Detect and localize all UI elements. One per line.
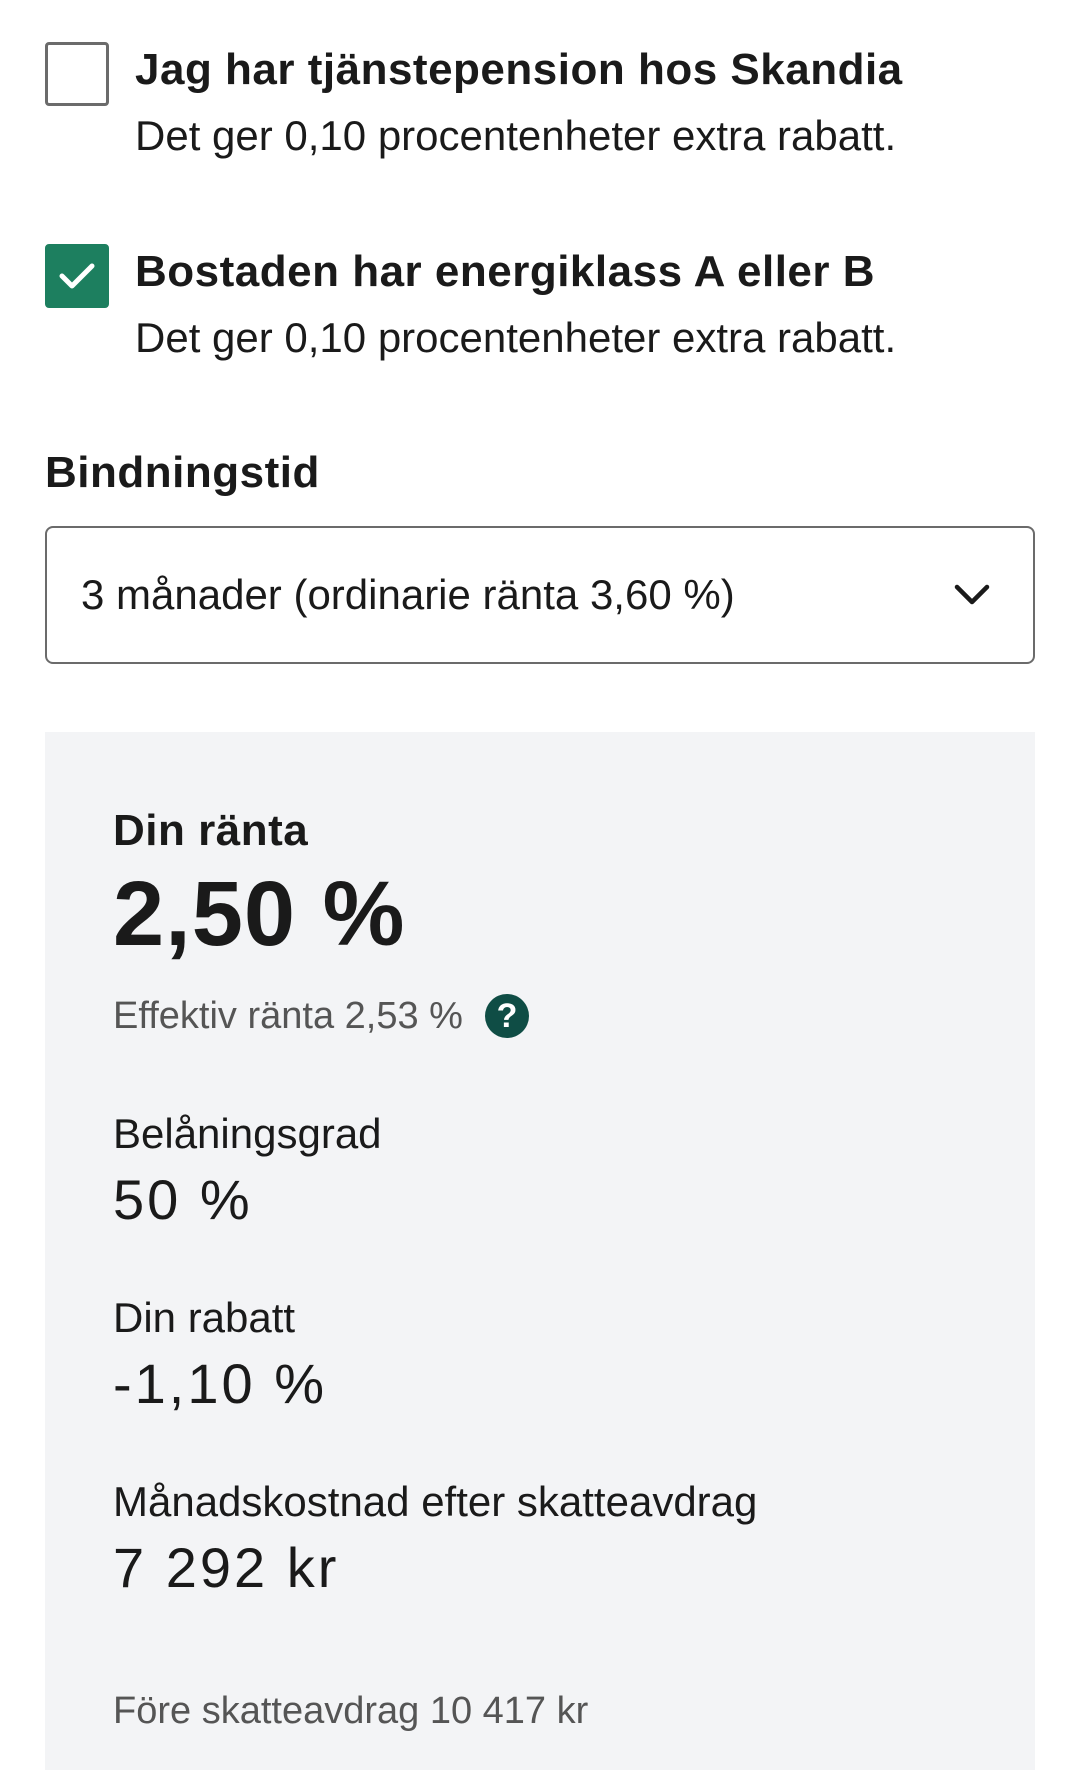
monthly-cost-label: Månadskostnad efter skatteavdrag [113, 1478, 758, 1525]
checkbox-row-tjanstepension[interactable]: Jag har tjänstepension hos Skandia Det g… [45, 42, 1040, 166]
result-panel: Din ränta 2,50 % Effektiv ränta 2,53 % ?… [45, 732, 1035, 1770]
pre-tax-cost: Före skatteavdrag 10 417 kr [113, 1690, 589, 1732]
checkbox-tjanstepension[interactable] [45, 42, 109, 106]
rate-label: Din ränta [113, 806, 309, 855]
checkbox-description: Det ger 0,10 procentenheter extra rabatt… [135, 112, 897, 159]
checkbox-title: Jag har tjänstepension hos Skandia [135, 45, 903, 94]
checkmark-icon [59, 263, 95, 289]
effective-rate-row: Effektiv ränta 2,53 % ? [113, 994, 529, 1038]
checkbox-energiklass[interactable] [45, 244, 109, 308]
checkbox-text: Bostaden har energiklass A eller B Det g… [135, 242, 896, 368]
checkbox-description: Det ger 0,10 procentenheter extra rabatt… [135, 314, 897, 361]
binding-label: Bindningstid [45, 448, 320, 497]
effective-rate: Effektiv ränta 2,53 % [113, 994, 463, 1037]
checkbox-text: Jag har tjänstepension hos Skandia Det g… [135, 40, 903, 166]
checkbox-title: Bostaden har energiklass A eller B [135, 247, 876, 296]
discount-label: Din rabatt [113, 1294, 296, 1341]
monthly-cost-value: 7 292 kr [113, 1536, 340, 1599]
checkbox-row-energiklass[interactable]: Bostaden har energiklass A eller B Det g… [45, 244, 1040, 368]
discount-value: -1,10 % [113, 1352, 327, 1415]
question-circle-icon[interactable]: ? [484, 994, 529, 1038]
binding-select[interactable]: 3 månader (ordinarie ränta 3,60 %) [45, 526, 1035, 664]
ltv-label: Belåningsgrad [113, 1110, 382, 1157]
binding-selected-value: 3 månader (ordinarie ränta 3,60 %) [81, 571, 735, 618]
chevron-down-icon [951, 574, 993, 616]
rate-value: 2,50 % [113, 863, 406, 965]
ltv-value: 50 % [113, 1168, 253, 1231]
